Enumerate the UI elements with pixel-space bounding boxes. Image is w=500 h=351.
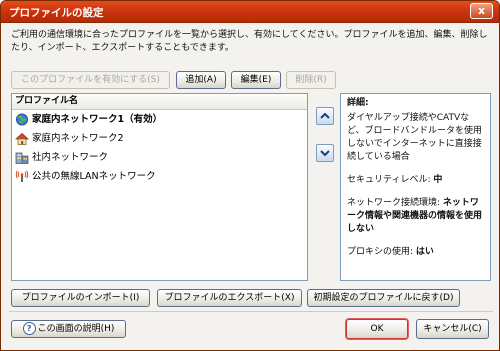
profile-item-label: 家庭内ネットワーク1（有効） xyxy=(32,114,163,125)
import-profile-button[interactable]: プロファイルのインポート(I) xyxy=(11,289,150,307)
export-profile-button[interactable]: プロファイルのエクスポート(X) xyxy=(157,289,302,307)
office-building-icon xyxy=(15,152,29,164)
profile-settings-dialog: プロファイルの設定 x ご利用の通信環境に合ったプロファイルを一覧から選択し、有… xyxy=(0,0,500,351)
enable-profile-button[interactable]: このプロファイルを有効にする(S) xyxy=(11,71,170,89)
globe-network-icon xyxy=(16,113,28,126)
cancel-button[interactable]: キャンセル(C) xyxy=(416,319,489,339)
description-text: ご利用の通信環境に合ったプロファイルを一覧から選択し、有効にしてください。プロフ… xyxy=(11,30,488,53)
security-level: セキュリティレベル: 中 xyxy=(347,174,484,187)
details-description: ダイヤルアップ接続やCATVなど、ブロードバンドルータを使用しないでインターネッ… xyxy=(347,113,483,162)
profile-item-home-1[interactable]: 家庭内ネットワーク1（有効） xyxy=(12,110,307,129)
home-icon xyxy=(15,132,29,145)
details-heading: 詳細: xyxy=(347,98,369,108)
move-down-button[interactable] xyxy=(316,144,334,162)
help-button[interactable]: ? この画面の説明(H) xyxy=(11,320,126,338)
proxy-usage-value: はい xyxy=(415,247,434,257)
add-button[interactable]: 追加(A) xyxy=(176,71,226,89)
profile-item-label: 家庭内ネットワーク2 xyxy=(32,133,124,144)
wireless-icon xyxy=(15,170,29,182)
profile-item-office[interactable]: 社内ネットワーク xyxy=(12,148,307,167)
network-environment: ネットワーク接続環境: ネットワーク情報や関連機器の情報を使用しない xyxy=(347,197,484,236)
move-up-button[interactable] xyxy=(316,107,334,125)
proxy-usage: プロキシの使用: はい xyxy=(347,246,484,259)
chevron-down-icon xyxy=(320,150,330,157)
reset-default-profile-button[interactable]: 初期設定のプロファイルに戻す(D) xyxy=(307,289,460,307)
window-title: プロファイルの設定 xyxy=(9,7,104,19)
close-button[interactable]: x xyxy=(470,3,493,19)
profile-item-public-wifi[interactable]: 公共の無線LANネットワーク xyxy=(12,167,307,186)
help-button-label: この画面の説明(H) xyxy=(37,324,115,334)
details-panel: 詳細: ダイヤルアップ接続やCATVなど、ブロードバンドルータを使用しないでイン… xyxy=(340,93,491,281)
help-icon: ? xyxy=(22,322,36,335)
security-level-value: 中 xyxy=(433,175,443,185)
title-bar[interactable]: プロファイルの設定 x xyxy=(1,1,499,23)
separator xyxy=(9,311,493,312)
proxy-usage-label: プロキシの使用: xyxy=(347,247,414,257)
ok-button[interactable]: OK xyxy=(346,319,408,339)
profile-item-label: 社内ネットワーク xyxy=(32,152,109,163)
security-level-label: セキュリティレベル: xyxy=(347,175,431,185)
network-environment-label: ネットワーク接続環境: xyxy=(347,198,441,208)
profile-item-home-2[interactable]: 家庭内ネットワーク2 xyxy=(12,129,307,148)
profile-name-column-header[interactable]: プロファイル名 xyxy=(12,94,307,110)
delete-button[interactable]: 削除(R) xyxy=(286,71,336,89)
profile-item-label: 公共の無線LANネットワーク xyxy=(32,171,156,182)
profile-list[interactable]: プロファイル名 家庭内ネットワーク1（有効） 家庭内ネットワーク2 社内ネットワ… xyxy=(11,93,308,281)
chevron-up-icon xyxy=(320,112,330,119)
edit-button[interactable]: 編集(E) xyxy=(231,71,281,89)
